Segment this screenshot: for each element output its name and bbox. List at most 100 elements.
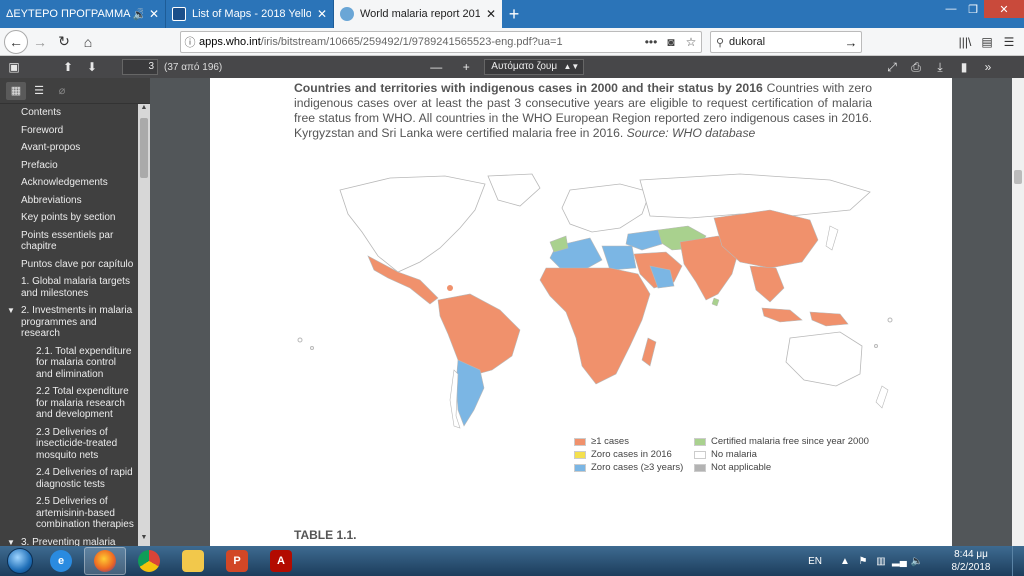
outline-item[interactable]: Prefacio — [0, 157, 138, 175]
tab-label: ΔΕΥΤΕΡΟ ΠΡΟΓΡΑΜΜΑ | ΕΡΤ W — [6, 8, 131, 20]
windows-taskbar: e P A EN ▲ ⚑ ▥ ▂▄ 🔈 8:44 μμ 8/2/2018 — [0, 546, 1024, 576]
caption-title: Countries and territories with indigenou… — [294, 81, 763, 95]
show-hidden-icons-icon[interactable]: ▲ — [838, 556, 852, 567]
speaker-icon[interactable]: 🔊 — [133, 8, 143, 21]
outline-label: 2.3 Deliveries of insecticide-treated mo… — [36, 426, 118, 461]
outline-item[interactable]: Contents — [0, 104, 138, 122]
outline-subitem[interactable]: 2.2 Total expenditure for malaria resear… — [0, 383, 138, 424]
show-desktop-button[interactable] — [1012, 546, 1024, 576]
outline-item[interactable]: ▼ 3. Preventing malaria — [0, 534, 138, 547]
page-number-input[interactable]: 3 — [122, 59, 158, 75]
outline-item[interactable]: Abbreviations — [0, 192, 138, 210]
outline-subitem[interactable]: 2.3 Deliveries of insecticide-treated mo… — [0, 424, 138, 465]
taskbar-chrome[interactable] — [128, 547, 170, 575]
scroll-down-arrow-icon[interactable]: ▼ — [138, 534, 150, 546]
taskbar-firefox[interactable] — [84, 547, 126, 575]
print-icon[interactable]: ⎙ — [904, 56, 928, 78]
legend-label: Zoro cases in 2016 — [591, 449, 672, 460]
close-icon[interactable]: ✕ — [486, 7, 496, 21]
legend-label: ≥1 cases — [591, 436, 629, 447]
outline-item[interactable]: 1. Global malaria targets and milestones — [0, 273, 138, 302]
restore-icon[interactable]: ❐ — [962, 0, 984, 18]
map-north-america — [339, 175, 486, 273]
close-window-icon[interactable]: ✕ — [984, 0, 1024, 18]
zoom-out-button[interactable]: — — [424, 56, 448, 78]
scroll-thumb[interactable] — [140, 118, 148, 178]
bookmark-icon[interactable]: ▮ — [952, 56, 976, 78]
outline-item[interactable]: Acknowledgements — [0, 174, 138, 192]
expand-toggle-icon[interactable]: ▼ — [7, 537, 15, 547]
info-icon[interactable]: ⓘ — [181, 34, 199, 50]
outline-label: Avant-propos — [21, 142, 81, 153]
outline-item[interactable]: Puntos clave por capítulo — [0, 256, 138, 274]
outline-subitem[interactable]: 2.1. Total expenditure for malaria contr… — [0, 343, 138, 384]
outline-label: Contents — [21, 107, 62, 118]
search-go-icon[interactable]: → — [841, 35, 861, 50]
language-indicator[interactable]: EN — [808, 556, 822, 567]
outline-item[interactable]: Avant-propos — [0, 139, 138, 157]
download-icon[interactable]: ⤓ — [928, 56, 952, 78]
action-center-icon[interactable]: ⚑ — [856, 556, 870, 567]
presentation-mode-icon[interactable]: ⤢ — [880, 56, 904, 78]
outline-item[interactable]: Key points by section — [0, 209, 138, 227]
signal-icon[interactable]: ▂▄ — [892, 556, 907, 567]
sidebar-scrollbar[interactable]: ▲ ▼ — [138, 104, 150, 546]
home-button[interactable]: ⌂ — [76, 30, 100, 54]
menu-icon[interactable]: ☰ — [998, 31, 1020, 53]
back-button[interactable]: ← — [4, 29, 28, 54]
map-island — [874, 344, 878, 348]
outline-item[interactable]: Foreword — [0, 122, 138, 140]
viewer-scrollbar[interactable] — [1012, 78, 1024, 546]
tools-chevron-icon[interactable]: » — [976, 56, 1000, 78]
clock-time: 8:44 μμ — [954, 549, 988, 560]
clock[interactable]: 8:44 μμ 8/2/2018 — [948, 548, 994, 574]
outline-label: 2.4 Deliveries of rapid diagnostic tests — [36, 467, 133, 490]
start-button[interactable] — [0, 546, 40, 576]
previous-page-button[interactable]: ⬆ — [56, 56, 80, 78]
taskbar-acrobat[interactable]: A — [260, 547, 302, 575]
taskbar-powerpoint[interactable]: P — [216, 547, 258, 575]
tab-label: World malaria report 2017 - 978 — [360, 8, 480, 20]
close-icon[interactable]: ✕ — [317, 7, 327, 21]
outline-subitem[interactable]: 2.5 Deliveries of artemisinin-based comb… — [0, 493, 138, 534]
page-actions-button[interactable]: ••• — [641, 35, 661, 49]
attachments-view-icon[interactable]: ⌀ — [52, 82, 72, 100]
tab-yellow-book[interactable]: List of Maps - 2018 Yellow Boo ✕ — [166, 0, 334, 28]
forward-button[interactable]: → — [28, 30, 52, 54]
close-icon[interactable]: ✕ — [149, 7, 159, 21]
thumbnails-view-icon[interactable]: ▦ — [6, 81, 26, 100]
taskbar-explorer[interactable] — [172, 547, 214, 575]
pocket-icon[interactable]: ◙ — [661, 35, 681, 49]
search-bar[interactable]: ⚲ dukoral → — [710, 31, 862, 53]
address-bar[interactable]: ⓘ apps.who.int/iris/bitstream/10665/2594… — [180, 31, 702, 53]
outline-subitem[interactable]: 2.4 Deliveries of rapid diagnostic tests — [0, 464, 138, 493]
scroll-up-arrow-icon[interactable]: ▲ — [138, 104, 150, 116]
tab-ert[interactable]: ΔΕΥΤΕΡΟ ΠΡΟΓΡΑΜΜΑ | ΕΡΤ W 🔊 ✕ — [0, 0, 166, 28]
legend-swatch — [574, 463, 586, 472]
next-page-button[interactable]: ⬇ — [80, 56, 104, 78]
outline-view-icon[interactable]: ☰ — [29, 82, 49, 100]
zoom-select[interactable]: Αυτόματο ζουμ ▲▼ — [484, 59, 585, 75]
map-new-zealand — [875, 385, 889, 409]
sidebar-toggle-icon[interactable]: ▤ — [976, 31, 998, 53]
expand-toggle-icon[interactable]: ▼ — [7, 305, 15, 317]
outline-item[interactable]: Points essentiels par chapitre — [0, 227, 138, 256]
volume-icon[interactable]: 🔈 — [910, 556, 924, 567]
map-australia — [785, 331, 863, 387]
library-icon[interactable]: |||\ — [954, 31, 976, 53]
url-text[interactable]: apps.who.int/iris/bitstream/10665/259492… — [199, 36, 641, 48]
search-input[interactable]: dukoral — [729, 36, 841, 48]
world-malaria-map — [297, 173, 893, 429]
pdf-sidebar: ▦ ☰ ⌀ Contents Foreword Avant-propos Prefac… — [0, 78, 150, 546]
scroll-thumb[interactable] — [1014, 170, 1022, 184]
network-icon[interactable]: ▥ — [874, 556, 888, 567]
reload-button[interactable]: ↻ — [52, 30, 76, 54]
sidebar-toggle-button[interactable]: ▣ — [2, 56, 26, 78]
new-tab-button[interactable]: + — [502, 0, 526, 28]
minimize-icon[interactable]: — — [940, 0, 962, 18]
outline-item[interactable]: ▼ 2. Investments in malaria programmes an… — [0, 302, 138, 343]
zoom-in-button[interactable]: + — [454, 56, 478, 78]
bookmark-star-icon[interactable]: ☆ — [681, 35, 701, 49]
taskbar-ie[interactable]: e — [40, 547, 82, 575]
tab-world-malaria-report[interactable]: World malaria report 2017 - 978 ✕ — [334, 0, 502, 28]
